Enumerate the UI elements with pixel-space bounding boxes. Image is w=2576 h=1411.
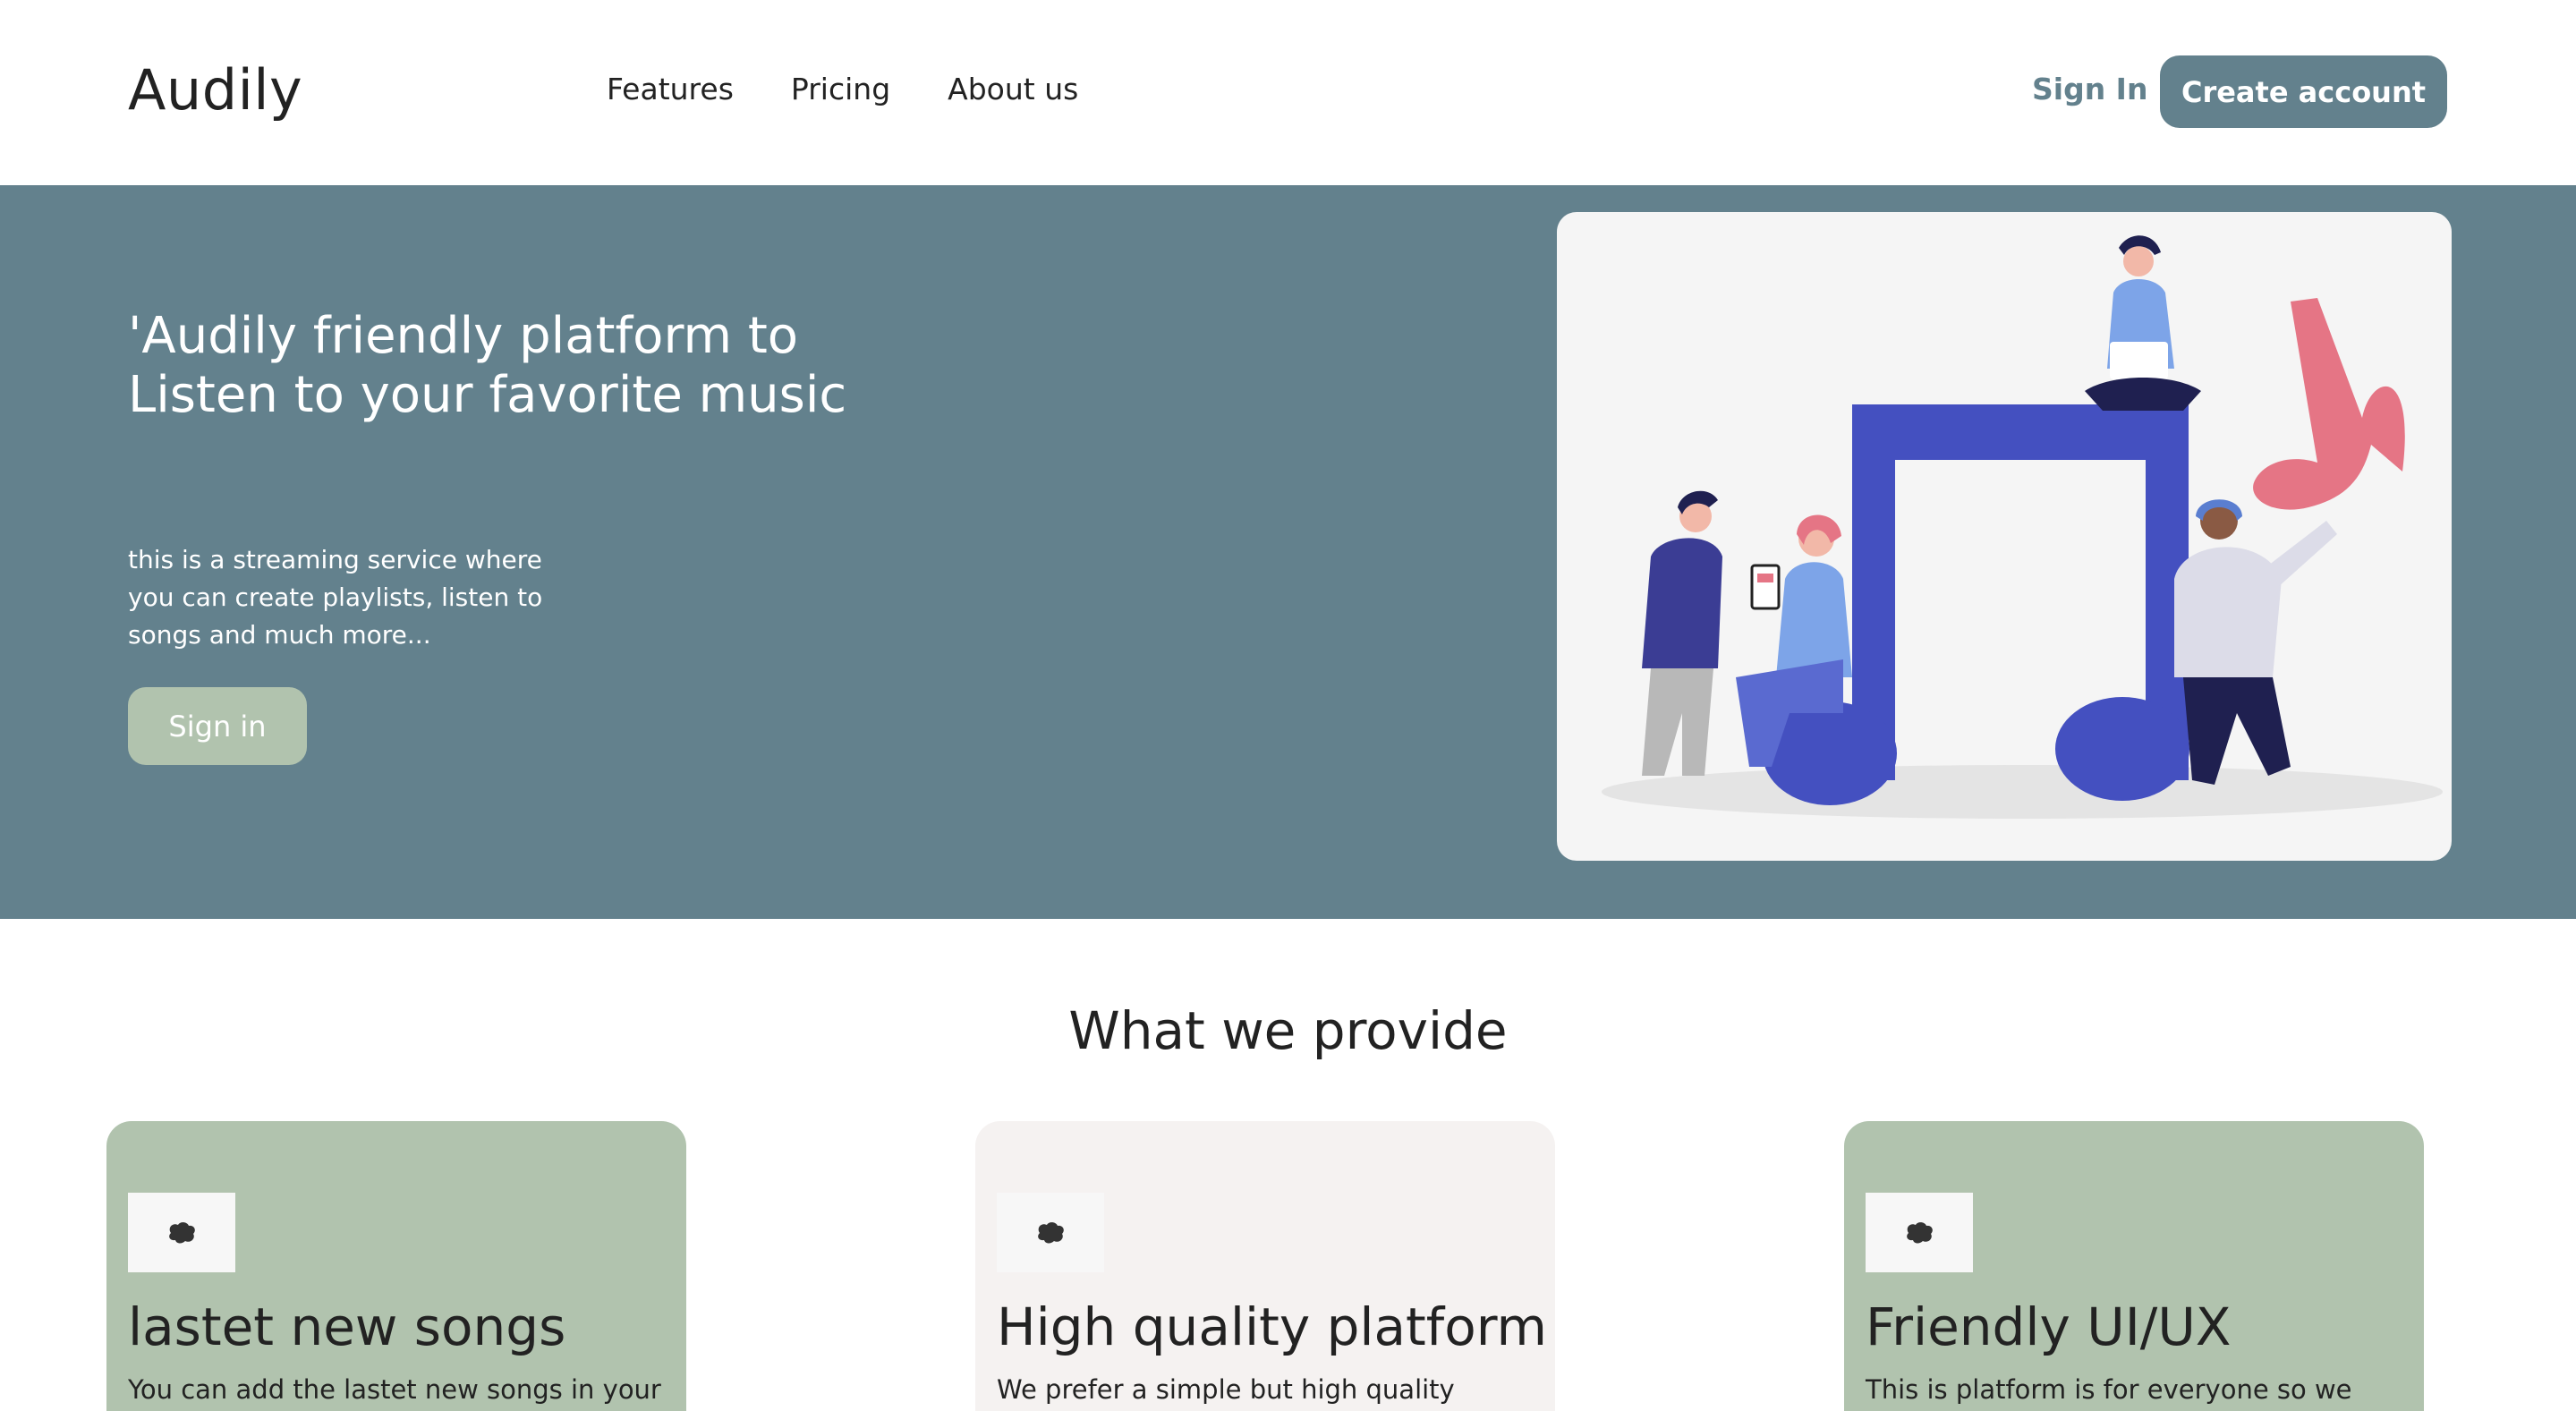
create-account-button[interactable]: Create account: [2160, 55, 2447, 128]
card-text: We prefer a simple but high quality: [997, 1374, 1455, 1405]
card-title: Friendly UI/UX: [1866, 1296, 2232, 1357]
card-title: lastet new songs: [128, 1296, 566, 1357]
nav-link-features[interactable]: Features: [607, 72, 734, 106]
feature-card-high-quality: High quality platform We prefer a simple…: [975, 1121, 1555, 1411]
hero-description: this is a streaming service where you ca…: [128, 545, 543, 650]
card-text: This is platform is for everyone so we: [1866, 1374, 2352, 1405]
brain-icon: [1866, 1193, 1973, 1272]
sign-in-link[interactable]: Sign In: [2032, 72, 2147, 106]
card-title: High quality platform: [997, 1296, 1548, 1357]
feature-card-latest-songs: lastet new songs You can add the lastet …: [106, 1121, 686, 1411]
nav-link-about-us[interactable]: About us: [948, 72, 1078, 106]
hero-section: 'Audily friendly platform to Listen to y…: [0, 185, 2576, 919]
hero-illustration: [1557, 212, 2452, 861]
brand-logo[interactable]: Audily: [128, 57, 302, 123]
music-people-illustration: [1602, 235, 2443, 819]
navbar: Audily Features Pricing About us Sign In…: [0, 0, 2576, 185]
card-text: You can add the lastet new songs in your: [128, 1374, 661, 1405]
brain-icon: [997, 1193, 1104, 1272]
hero-sign-in-button[interactable]: Sign in: [128, 687, 307, 765]
section-title: What we provide: [1068, 1000, 1508, 1061]
feature-card-friendly-ui: Friendly UI/UX This is platform is for e…: [1844, 1121, 2424, 1411]
brain-icon: [128, 1193, 235, 1272]
nav-link-pricing[interactable]: Pricing: [791, 72, 890, 106]
hero-title: 'Audily friendly platform to Listen to y…: [128, 307, 847, 424]
nav-links: Features Pricing About us: [607, 72, 1078, 106]
